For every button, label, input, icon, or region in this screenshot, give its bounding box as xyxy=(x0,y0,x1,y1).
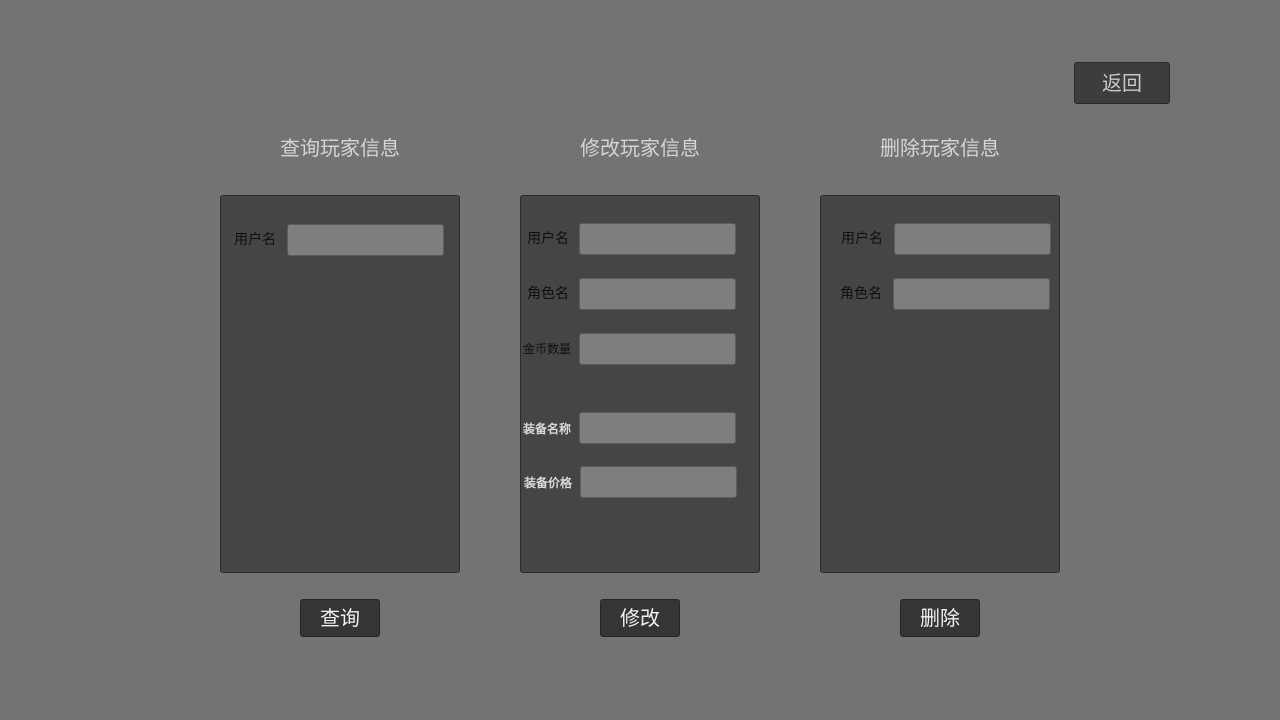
delete-button[interactable]: 删除 xyxy=(900,599,980,637)
modify-rolename-input[interactable] xyxy=(579,278,736,310)
delete-username-label: 用户名 xyxy=(841,231,883,247)
query-button[interactable]: 查询 xyxy=(300,599,380,637)
query-username-input[interactable] xyxy=(287,224,444,256)
modify-equip-price-label: 装备价格 xyxy=(524,476,573,490)
modify-button[interactable]: 修改 xyxy=(600,599,680,637)
query-section-title: 查询玩家信息 xyxy=(280,136,400,160)
back-button[interactable]: 返回 xyxy=(1074,62,1170,104)
delete-username-input[interactable] xyxy=(894,223,1051,255)
modify-equip-price-input[interactable] xyxy=(580,466,737,498)
modify-equip-name-label: 装备名称 xyxy=(523,422,572,436)
delete-panel: 用户名 角色名 xyxy=(820,195,1060,573)
modify-gold-input[interactable] xyxy=(579,333,736,365)
modify-panel: 用户名 角色名 金币数量 装备名称 装备价格 xyxy=(520,195,760,573)
delete-section-title: 删除玩家信息 xyxy=(880,136,1000,160)
delete-rolename-label: 角色名 xyxy=(840,286,882,302)
modify-username-input[interactable] xyxy=(579,223,736,255)
modify-gold-label: 金币数量 xyxy=(523,342,572,356)
modify-section-title: 修改玩家信息 xyxy=(580,136,700,160)
modify-rolename-label: 角色名 xyxy=(527,286,569,302)
delete-rolename-input[interactable] xyxy=(893,278,1050,310)
modify-username-label: 用户名 xyxy=(527,231,569,247)
query-panel: 用户名 xyxy=(220,195,460,573)
query-username-label: 用户名 xyxy=(234,232,276,248)
modify-equip-name-input[interactable] xyxy=(579,412,736,444)
